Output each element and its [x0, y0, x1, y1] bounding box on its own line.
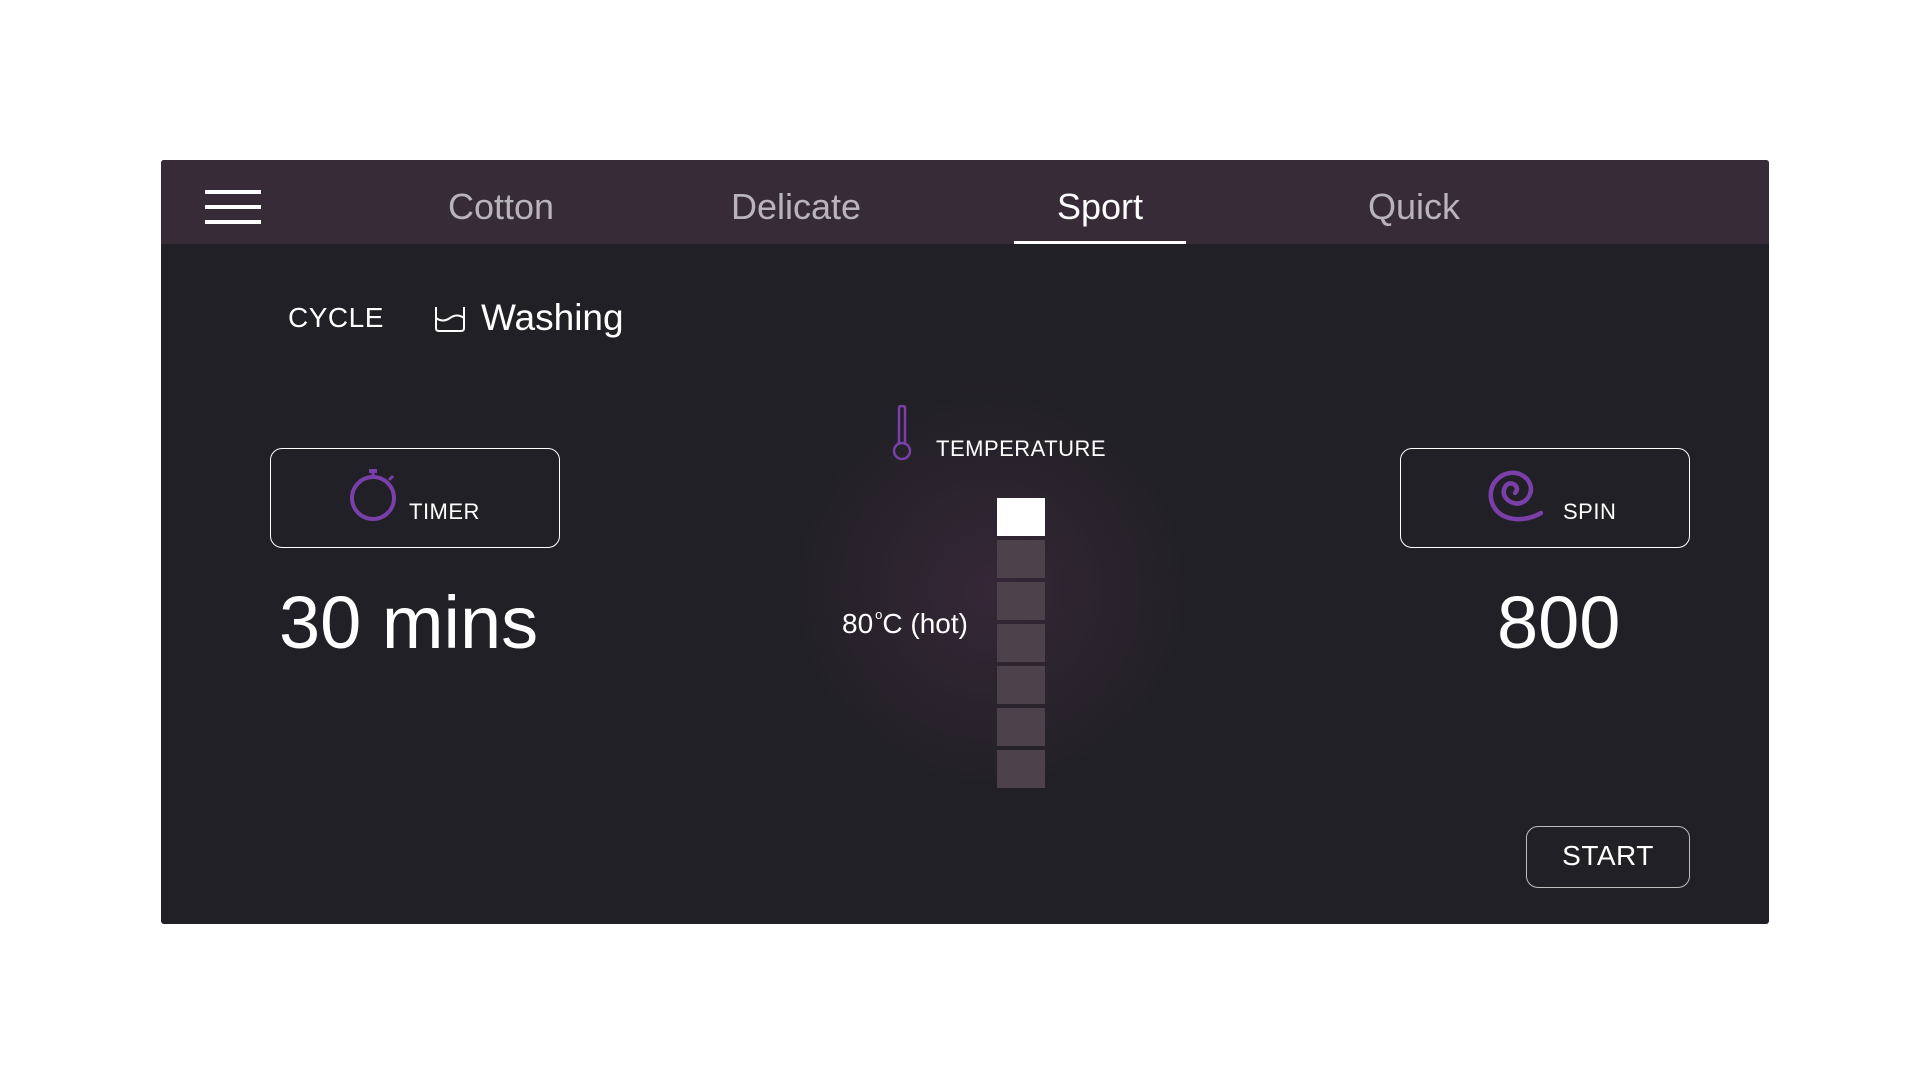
temperature-level-7[interactable]: [997, 750, 1045, 788]
temperature-label: TEMPERATURE: [936, 436, 1107, 461]
tab-cotton[interactable]: Cotton: [406, 186, 596, 244]
washer-control-panel: Cotton Delicate Sport Quick CYCLE Washin…: [161, 160, 1769, 924]
tab-delicate[interactable]: Delicate: [701, 186, 891, 244]
cycle-label: CYCLE: [288, 302, 384, 333]
cycle-value: Washing: [481, 297, 624, 338]
temperature-number: 80: [842, 608, 874, 639]
spin-button[interactable]: SPIN: [1400, 448, 1690, 548]
basin-icon: [435, 307, 465, 332]
program-tab-bar: Cotton Delicate Sport Quick: [161, 160, 1769, 244]
start-button[interactable]: START: [1526, 826, 1690, 888]
timer-value: 30 mins: [279, 581, 539, 664]
spin-label: SPIN: [1563, 499, 1617, 524]
temperature-level-2[interactable]: [997, 540, 1045, 578]
temperature-level-1[interactable]: [997, 498, 1045, 536]
temperature-level-3[interactable]: [997, 582, 1045, 620]
temperature-level-6[interactable]: [997, 708, 1045, 746]
timer-label: TIMER: [409, 499, 480, 524]
timer-button[interactable]: TIMER: [270, 448, 560, 548]
temperature-level-5[interactable]: [997, 666, 1045, 704]
temperature-unit-label: C (hot): [882, 608, 968, 639]
stopwatch-icon: [350, 469, 396, 521]
thermometer-icon: [892, 405, 912, 461]
spin-value: 800: [1497, 581, 1621, 664]
hamburger-menu-icon[interactable]: [205, 190, 261, 224]
tab-quick[interactable]: Quick: [1319, 186, 1509, 244]
temperature-level-4[interactable]: [997, 624, 1045, 662]
spiral-icon: [1488, 470, 1543, 522]
tab-sport[interactable]: Sport: [1014, 186, 1186, 244]
temperature-value: 80 oC (hot): [842, 607, 968, 640]
